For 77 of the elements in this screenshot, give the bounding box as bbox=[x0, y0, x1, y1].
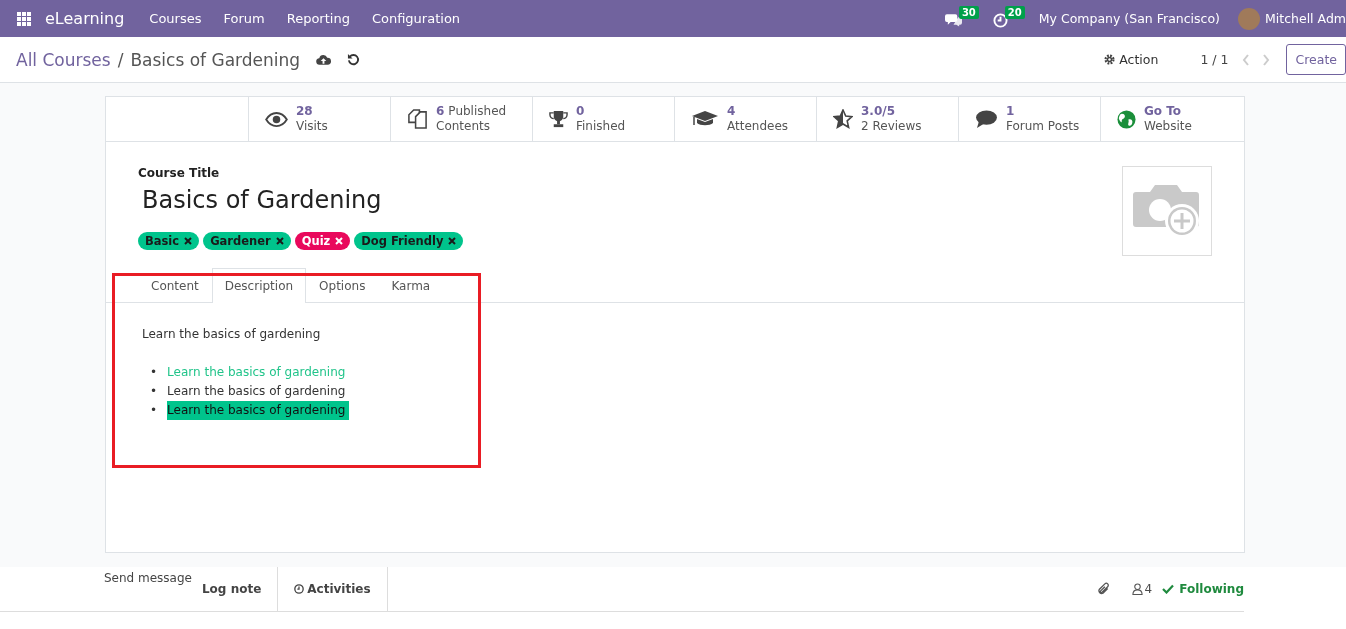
chat-icon bbox=[944, 13, 962, 27]
remove-icon[interactable] bbox=[184, 237, 193, 245]
stat-value: 6 Published bbox=[436, 104, 507, 119]
stat-button[interactable]: 1 Forum Posts bbox=[958, 97, 1100, 141]
trophy-icon bbox=[549, 109, 568, 129]
list-item: Learn the basics of gardening bbox=[167, 383, 346, 400]
paperclip-icon[interactable] bbox=[1095, 581, 1110, 597]
stat-label: Visits bbox=[296, 119, 328, 134]
breadcrumb-link[interactable]: All Courses bbox=[16, 49, 111, 70]
tab[interactable]: Description bbox=[211, 268, 307, 303]
count-badge: 20 bbox=[1004, 5, 1025, 19]
breadcrumb-current: Basics of Gardening bbox=[130, 49, 301, 70]
activities-button[interactable]: Activities bbox=[278, 567, 388, 611]
check-icon bbox=[1162, 584, 1175, 594]
bullet: • bbox=[150, 364, 158, 381]
stat-button[interactable]: 6 Published Contents bbox=[390, 97, 532, 141]
log-note-button[interactable]: Log note bbox=[201, 567, 279, 611]
remove-icon[interactable] bbox=[275, 237, 284, 245]
followers-button[interactable]: 4 bbox=[1131, 582, 1153, 596]
apps-grid-icon[interactable] bbox=[17, 11, 31, 26]
app-name[interactable]: eLearning bbox=[45, 9, 125, 28]
description-text: Learn the basics of gardening bbox=[142, 327, 322, 341]
stat-label: Website bbox=[1144, 119, 1192, 134]
tag-chip[interactable]: Dog Friendly bbox=[354, 232, 464, 250]
clock-icon bbox=[294, 584, 305, 594]
count-badge: 30 bbox=[958, 6, 979, 19]
stat-button[interactable]: 4 Attendees bbox=[674, 97, 816, 141]
pager-value: 1 / 1 bbox=[1200, 52, 1229, 67]
stat-button[interactable]: 0 Finished bbox=[532, 97, 674, 141]
nav-menu-item[interactable]: Forum bbox=[223, 11, 265, 26]
stat-label: Contents bbox=[436, 119, 491, 134]
highlighted-list-item: Learn the basics of gardening bbox=[167, 401, 350, 420]
stat-value: 28 bbox=[296, 104, 314, 119]
field-label: Course Title bbox=[138, 166, 221, 180]
tab[interactable]: Options bbox=[306, 268, 379, 302]
stat-label: Finished bbox=[576, 119, 626, 134]
eye-icon bbox=[265, 111, 288, 127]
settings-icon bbox=[1104, 54, 1116, 65]
tab[interactable]: Content bbox=[138, 268, 212, 302]
nav-menu-item[interactable]: Courses bbox=[149, 11, 202, 26]
stat-button[interactable]: 28 Visits bbox=[248, 97, 390, 141]
action-button[interactable]: Action bbox=[1098, 51, 1165, 68]
following-button[interactable]: Following bbox=[1162, 582, 1244, 596]
globe-icon bbox=[1117, 109, 1136, 129]
company-switcher[interactable]: My Company (San Francisco) bbox=[1038, 11, 1220, 26]
tag-chip[interactable]: Quiz bbox=[294, 232, 351, 250]
half-star-icon bbox=[833, 109, 853, 129]
remove-icon[interactable] bbox=[448, 237, 457, 245]
tag-chip[interactable]: Gardener bbox=[203, 232, 291, 250]
tab[interactable]: Karma bbox=[378, 268, 444, 302]
speech-bubble-icon bbox=[975, 109, 998, 129]
undo-icon[interactable] bbox=[347, 53, 361, 66]
user-icon bbox=[1131, 583, 1143, 595]
user-menu[interactable]: Mitchell Adm bbox=[1265, 11, 1346, 26]
documents-icon bbox=[407, 108, 428, 130]
stat-label: Attendees bbox=[727, 119, 789, 134]
graduation-cap-icon bbox=[691, 110, 719, 128]
breadcrumb-separator: / bbox=[117, 49, 124, 70]
stat-value: 3.0/5 bbox=[861, 104, 896, 119]
nav-menu-item[interactable]: Configuration bbox=[371, 11, 461, 26]
stat-value: 1 bbox=[1006, 104, 1016, 119]
stat-value: Go To bbox=[1144, 104, 1183, 119]
stat-value: 0 bbox=[576, 104, 586, 119]
course-title-field[interactable]: Basics of Gardening bbox=[142, 186, 464, 214]
stat-label: 2 Reviews bbox=[861, 119, 922, 134]
send-message-button[interactable]: Send message bbox=[104, 571, 192, 585]
stat-button[interactable]: Go To Website bbox=[1100, 97, 1242, 141]
tag-chip[interactable]: Basic bbox=[138, 232, 200, 250]
cloud-upload-icon[interactable] bbox=[316, 53, 332, 66]
clock-icon bbox=[992, 12, 1008, 28]
stat-label: Forum Posts bbox=[1006, 119, 1080, 134]
create-button[interactable]: Create bbox=[1286, 44, 1346, 75]
bullet: • bbox=[150, 402, 158, 419]
stat-value: 4 bbox=[727, 104, 737, 119]
bullet: • bbox=[150, 383, 158, 400]
stat-button[interactable]: 3.0/5 2 Reviews bbox=[816, 97, 958, 141]
nav-menu-item[interactable]: Reporting bbox=[286, 11, 350, 26]
